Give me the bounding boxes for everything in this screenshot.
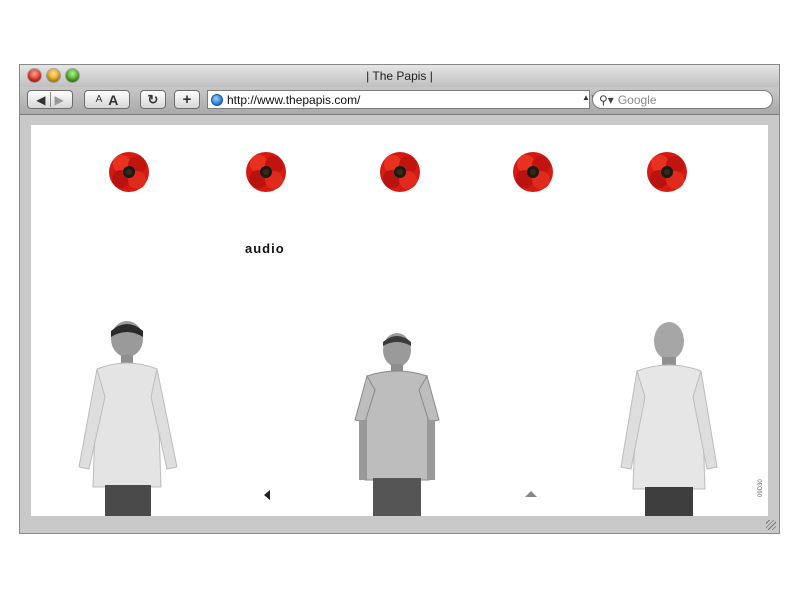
reload-button[interactable]: ↻ [140, 90, 166, 109]
page-viewport: audio 09D30 [31, 125, 768, 516]
globe-icon [211, 93, 223, 106]
forward-arrow-icon[interactable]: ▶ [55, 93, 64, 107]
person-photo-right[interactable] [617, 317, 721, 516]
text-size-buttons: A A [84, 90, 130, 109]
search-placeholder: Google [617, 92, 657, 107]
poppy-icon[interactable] [108, 151, 150, 193]
poppy-icon[interactable] [379, 151, 421, 193]
url-text[interactable]: http://www.thepapis.com/ [227, 93, 360, 107]
poppy-icon[interactable] [512, 151, 554, 193]
audio-link[interactable]: audio [245, 241, 285, 256]
browser-window: | The Papis | ◀ ▶ A A ↻ + http://www.the… [19, 64, 780, 534]
previous-arrow-icon[interactable] [264, 490, 270, 500]
address-bar[interactable]: http://www.thepapis.com/ [207, 90, 590, 109]
toolbar: ◀ ▶ A A ↻ + http://www.thepapis.com/ ▲▼ … [20, 87, 779, 115]
search-field[interactable]: ⚲▾ Google [592, 90, 773, 109]
back-forward-buttons: ◀ ▶ [27, 90, 73, 109]
back-arrow-icon[interactable]: ◀ [36, 93, 45, 107]
person-photo-left[interactable] [75, 317, 181, 516]
reload-icon: ↻ [147, 91, 159, 107]
person-photo-middle[interactable] [351, 330, 443, 516]
title-bar[interactable]: | The Papis | [20, 65, 779, 87]
nav-divider [49, 92, 51, 107]
poppy-icon[interactable] [245, 151, 287, 193]
credit-text: 09D30 [758, 479, 764, 497]
window-title: | The Papis | [366, 69, 433, 83]
up-arrow-icon[interactable] [525, 491, 537, 497]
resize-grip-icon[interactable] [766, 520, 776, 530]
poppy-icon[interactable] [646, 151, 688, 193]
add-bookmark-button[interactable]: + [174, 90, 200, 109]
text-larger-button[interactable]: A [108, 92, 118, 108]
search-icon[interactable]: ⚲▾ [599, 93, 614, 107]
text-smaller-button[interactable]: A [96, 94, 103, 105]
